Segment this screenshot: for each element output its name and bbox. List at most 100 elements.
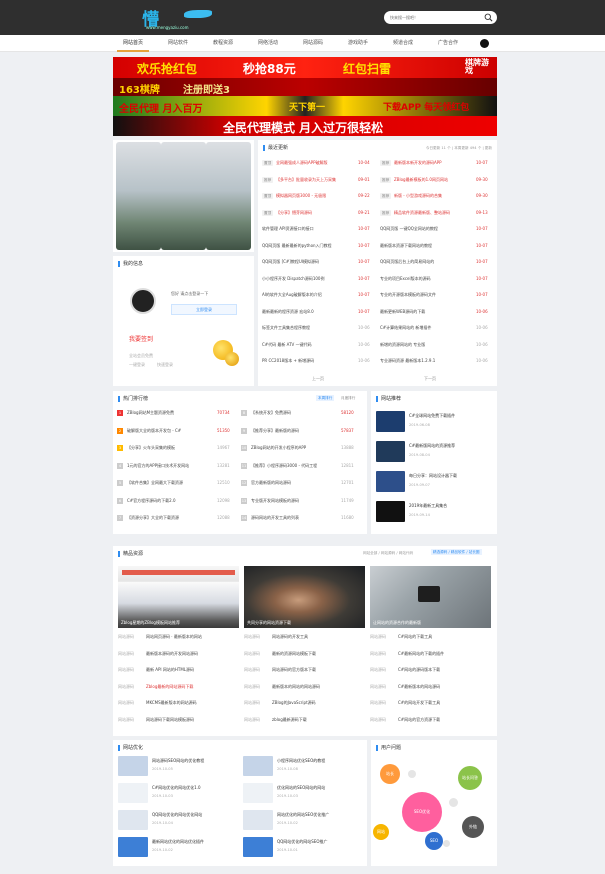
list-item[interactable]: 新增的资源网站的 专业版 10-06: [380, 340, 494, 351]
topic-bubble[interactable]: SEO: [425, 832, 443, 850]
resource-card-image[interactable]: 共同分享的网站资源下载: [244, 566, 365, 628]
ad-banner-163[interactable]: 163棋牌 注册即送3: [113, 78, 497, 96]
list-item[interactable]: 网站源码 最新版本的网站的网站源码: [244, 682, 365, 693]
item-title[interactable]: 网站网页源码 · 最新版本的网站: [146, 634, 238, 640]
item-title[interactable]: zblog最新源码下载: [272, 717, 364, 723]
user-avatar-icon[interactable]: [480, 39, 489, 48]
item-title[interactable]: C#代码 最新 ATV 一键代码: [262, 342, 354, 348]
list-item[interactable]: 网站源码 网站网页源码 · 最新版本的网站: [118, 632, 239, 643]
rank-title[interactable]: 破解版大全的版本开发包 - C#: [127, 428, 209, 434]
item-title[interactable]: QQ网页版 一键QQ全网站的教程: [380, 226, 472, 232]
nav-software[interactable]: 网站软件: [162, 35, 194, 52]
recommend-title[interactable]: C#最新版网站的资源推荐: [409, 443, 493, 449]
seo-title[interactable]: 优化网站的SEO网站的网站: [277, 785, 362, 791]
tab-weekly[interactable]: 本周排行: [316, 395, 335, 401]
item-title[interactable]: 小小程序开发 Dispatch源码100例: [262, 276, 354, 282]
item-title[interactable]: C#计算结果网站的 新增插件: [380, 325, 472, 331]
seo-thumb[interactable]: [243, 810, 273, 830]
ad-banner-agent[interactable]: 全民代理 月入百万 天下第一 下载APP 每天领红包: [113, 96, 497, 116]
search-icon[interactable]: [484, 13, 493, 22]
list-item[interactable]: 网站源码 ZBlog的JavaScript源码: [244, 698, 365, 709]
tab-monthly[interactable]: 月度排行: [341, 395, 355, 401]
seo-thumb[interactable]: [243, 756, 273, 776]
item-title[interactable]: 最新的资源网站模板下载: [272, 651, 364, 657]
prev-page-button[interactable]: 上一页: [312, 376, 324, 382]
list-item[interactable]: 专业的开源版本模板的源码文件 10-07: [380, 290, 494, 301]
list-item[interactable]: 网站源码 C#最新版本的网站源码: [370, 682, 491, 693]
item-title[interactable]: 专业的开源版本模板的源码文件: [380, 292, 472, 298]
recommend-title[interactable]: C#全球网站免费下载插件: [409, 413, 493, 419]
list-item[interactable]: C#计算结果网站的 新增插件 10-06: [380, 323, 494, 334]
list-item[interactable]: 最新最新的程序资源 宏站8.0 10-07: [262, 307, 378, 318]
vip-link[interactable]: 我要签到: [129, 334, 153, 343]
boutique-links[interactable]: 网站全部 / 网站源码 / 网站代码: [363, 551, 413, 556]
item-title[interactable]: C#网站的源码版本下载: [398, 667, 490, 673]
item-title[interactable]: C#网站的下载工具: [398, 634, 490, 640]
item-title[interactable]: 最新更新WEB源码的下载: [380, 309, 472, 315]
list-item[interactable]: 专业的项目Excel版本的源码 10-07: [380, 274, 494, 285]
seo-thumb[interactable]: [243, 837, 273, 857]
rank-title[interactable]: 专业版开发网站模板的源码: [251, 498, 333, 504]
list-item[interactable]: 网站源码 最新版本源码的开发网站源码: [118, 649, 239, 660]
recommend-title[interactable]: 每日分享：网站设计器下载: [409, 473, 493, 479]
item-title[interactable]: 【多平台】批量收录为天上万采集: [276, 177, 354, 183]
item-title[interactable]: 专业的项目Excel版本的源码: [380, 276, 472, 282]
table-row[interactable]: 10 ZBlog网站的开发小程序的APP 13888: [241, 443, 363, 454]
seo-thumb[interactable]: [118, 783, 148, 803]
rank-title[interactable]: 源码网站的开发工具的列表: [251, 515, 333, 521]
item-title[interactable]: 最新最新的程序资源 宏站8.0: [262, 309, 354, 315]
site-logo[interactable]: 懵 www.mengyaziu.com: [142, 5, 212, 31]
list-item[interactable]: 推荐 精品软件资源最新版、整站源码 09-13: [380, 208, 494, 219]
list-item[interactable]: AI的软件大全Aug破解版本的介绍 10-07: [262, 290, 378, 301]
item-title[interactable]: 网站源码的官方版本下载: [272, 667, 364, 673]
list-item[interactable]: 网站源码 网站源码的开发工具: [244, 632, 365, 643]
topic-bubble[interactable]: 站长: [380, 764, 400, 784]
seo-title[interactable]: C#网站优化的网站优化1.0: [152, 785, 237, 791]
nav-ads[interactable]: 广告合作: [432, 35, 464, 52]
seo-thumb[interactable]: [118, 810, 148, 830]
table-row[interactable]: 4 1元的官方的APP接口技术开发网站 13281: [117, 461, 239, 472]
item-title[interactable]: C#网站的官方资源下载: [398, 717, 490, 723]
list-item[interactable]: 网站源码 网站源码下载网站模板源码: [118, 715, 239, 726]
topic-bubble[interactable]: 站长问答: [458, 766, 482, 790]
table-row[interactable]: 3 【分享】火车头采集的模板 14967: [117, 443, 239, 454]
list-item[interactable]: 专业源码资源 最新版本1.2.9.1 10-06: [380, 356, 494, 367]
next-page-button[interactable]: 下一页: [424, 376, 436, 382]
seo-title[interactable]: QQ网站优化的网站SEO推广: [277, 839, 362, 845]
list-item[interactable]: 置顶 【分享】懵芽网源码 09-21: [262, 208, 378, 219]
item-title[interactable]: 新增的资源网站的 专业版: [380, 342, 472, 348]
featured-slider[interactable]: [113, 140, 254, 252]
seo-thumb[interactable]: [118, 837, 148, 857]
list-item[interactable]: 标签文件工具集合程序教程 10-06: [262, 323, 378, 334]
rank-title[interactable]: 【推荐】小程序源码3000 - 代码工程: [251, 463, 333, 469]
avatar[interactable]: [130, 288, 156, 314]
list-item[interactable]: 置顶 全网最强成人源码APP破解版 10-04: [262, 158, 378, 169]
rank-title[interactable]: C#官方程序源码的下载2.0: [127, 498, 209, 504]
list-item[interactable]: C#代码 最新 ATV 一键代码 10-06: [262, 340, 378, 351]
rank-title[interactable]: ZBlog网站M主题资源免费: [127, 410, 209, 416]
recommend-thumb[interactable]: [376, 501, 405, 522]
list-item[interactable]: QQ网页版 最新最新的python入门教程 10-07: [262, 241, 378, 252]
list-item[interactable]: PR CC2018版本 + 新增源码 10-06: [262, 356, 378, 367]
item-title[interactable]: 最新版本的网站的网站源码: [272, 684, 364, 690]
item-title[interactable]: 最新版本新开发的源码APP: [394, 160, 472, 166]
item-title[interactable]: C#最新版本的网站源码: [398, 684, 490, 690]
item-title[interactable]: 软件管理 API资源接口的接口: [262, 226, 354, 232]
rank-title[interactable]: 【推荐分享】最新版的源码: [251, 428, 333, 434]
list-item[interactable]: 网站源码 网站源码的官方版本下载: [244, 665, 365, 676]
rank-title[interactable]: 官方最新版的网站源码: [251, 480, 333, 486]
resource-card-image[interactable]: Zblog星期的ZBlog模板网站推荐: [118, 566, 239, 628]
seo-title[interactable]: 网站优化的网站SEO优化推广: [277, 812, 362, 818]
item-title[interactable]: 网站源码的开发工具: [272, 634, 364, 640]
list-item[interactable]: 置顶 模拟器网页版3000 - 无极限 09-22: [262, 191, 378, 202]
item-title[interactable]: 最新版本资源下载网站的教程: [380, 243, 472, 249]
item-title[interactable]: Zblog最新的网站源码下载: [146, 684, 238, 690]
list-item[interactable]: 网站源码 C#网站的源码版本下载: [370, 665, 491, 676]
rank-title[interactable]: ZBlog网站的开发小程序的APP: [251, 445, 333, 451]
search-input[interactable]: [390, 13, 480, 22]
list-item[interactable]: 网站源码 C#最新网站的下载的插件: [370, 649, 491, 660]
item-title[interactable]: 精品软件资源最新版、整站源码: [394, 210, 472, 216]
item-title[interactable]: 模拟器网页版3000 - 无极限: [276, 193, 354, 199]
item-title[interactable]: QQ网页版后台上的简易网站的: [380, 259, 472, 265]
list-item[interactable]: 网站源码 C#网站的下载工具: [370, 632, 491, 643]
